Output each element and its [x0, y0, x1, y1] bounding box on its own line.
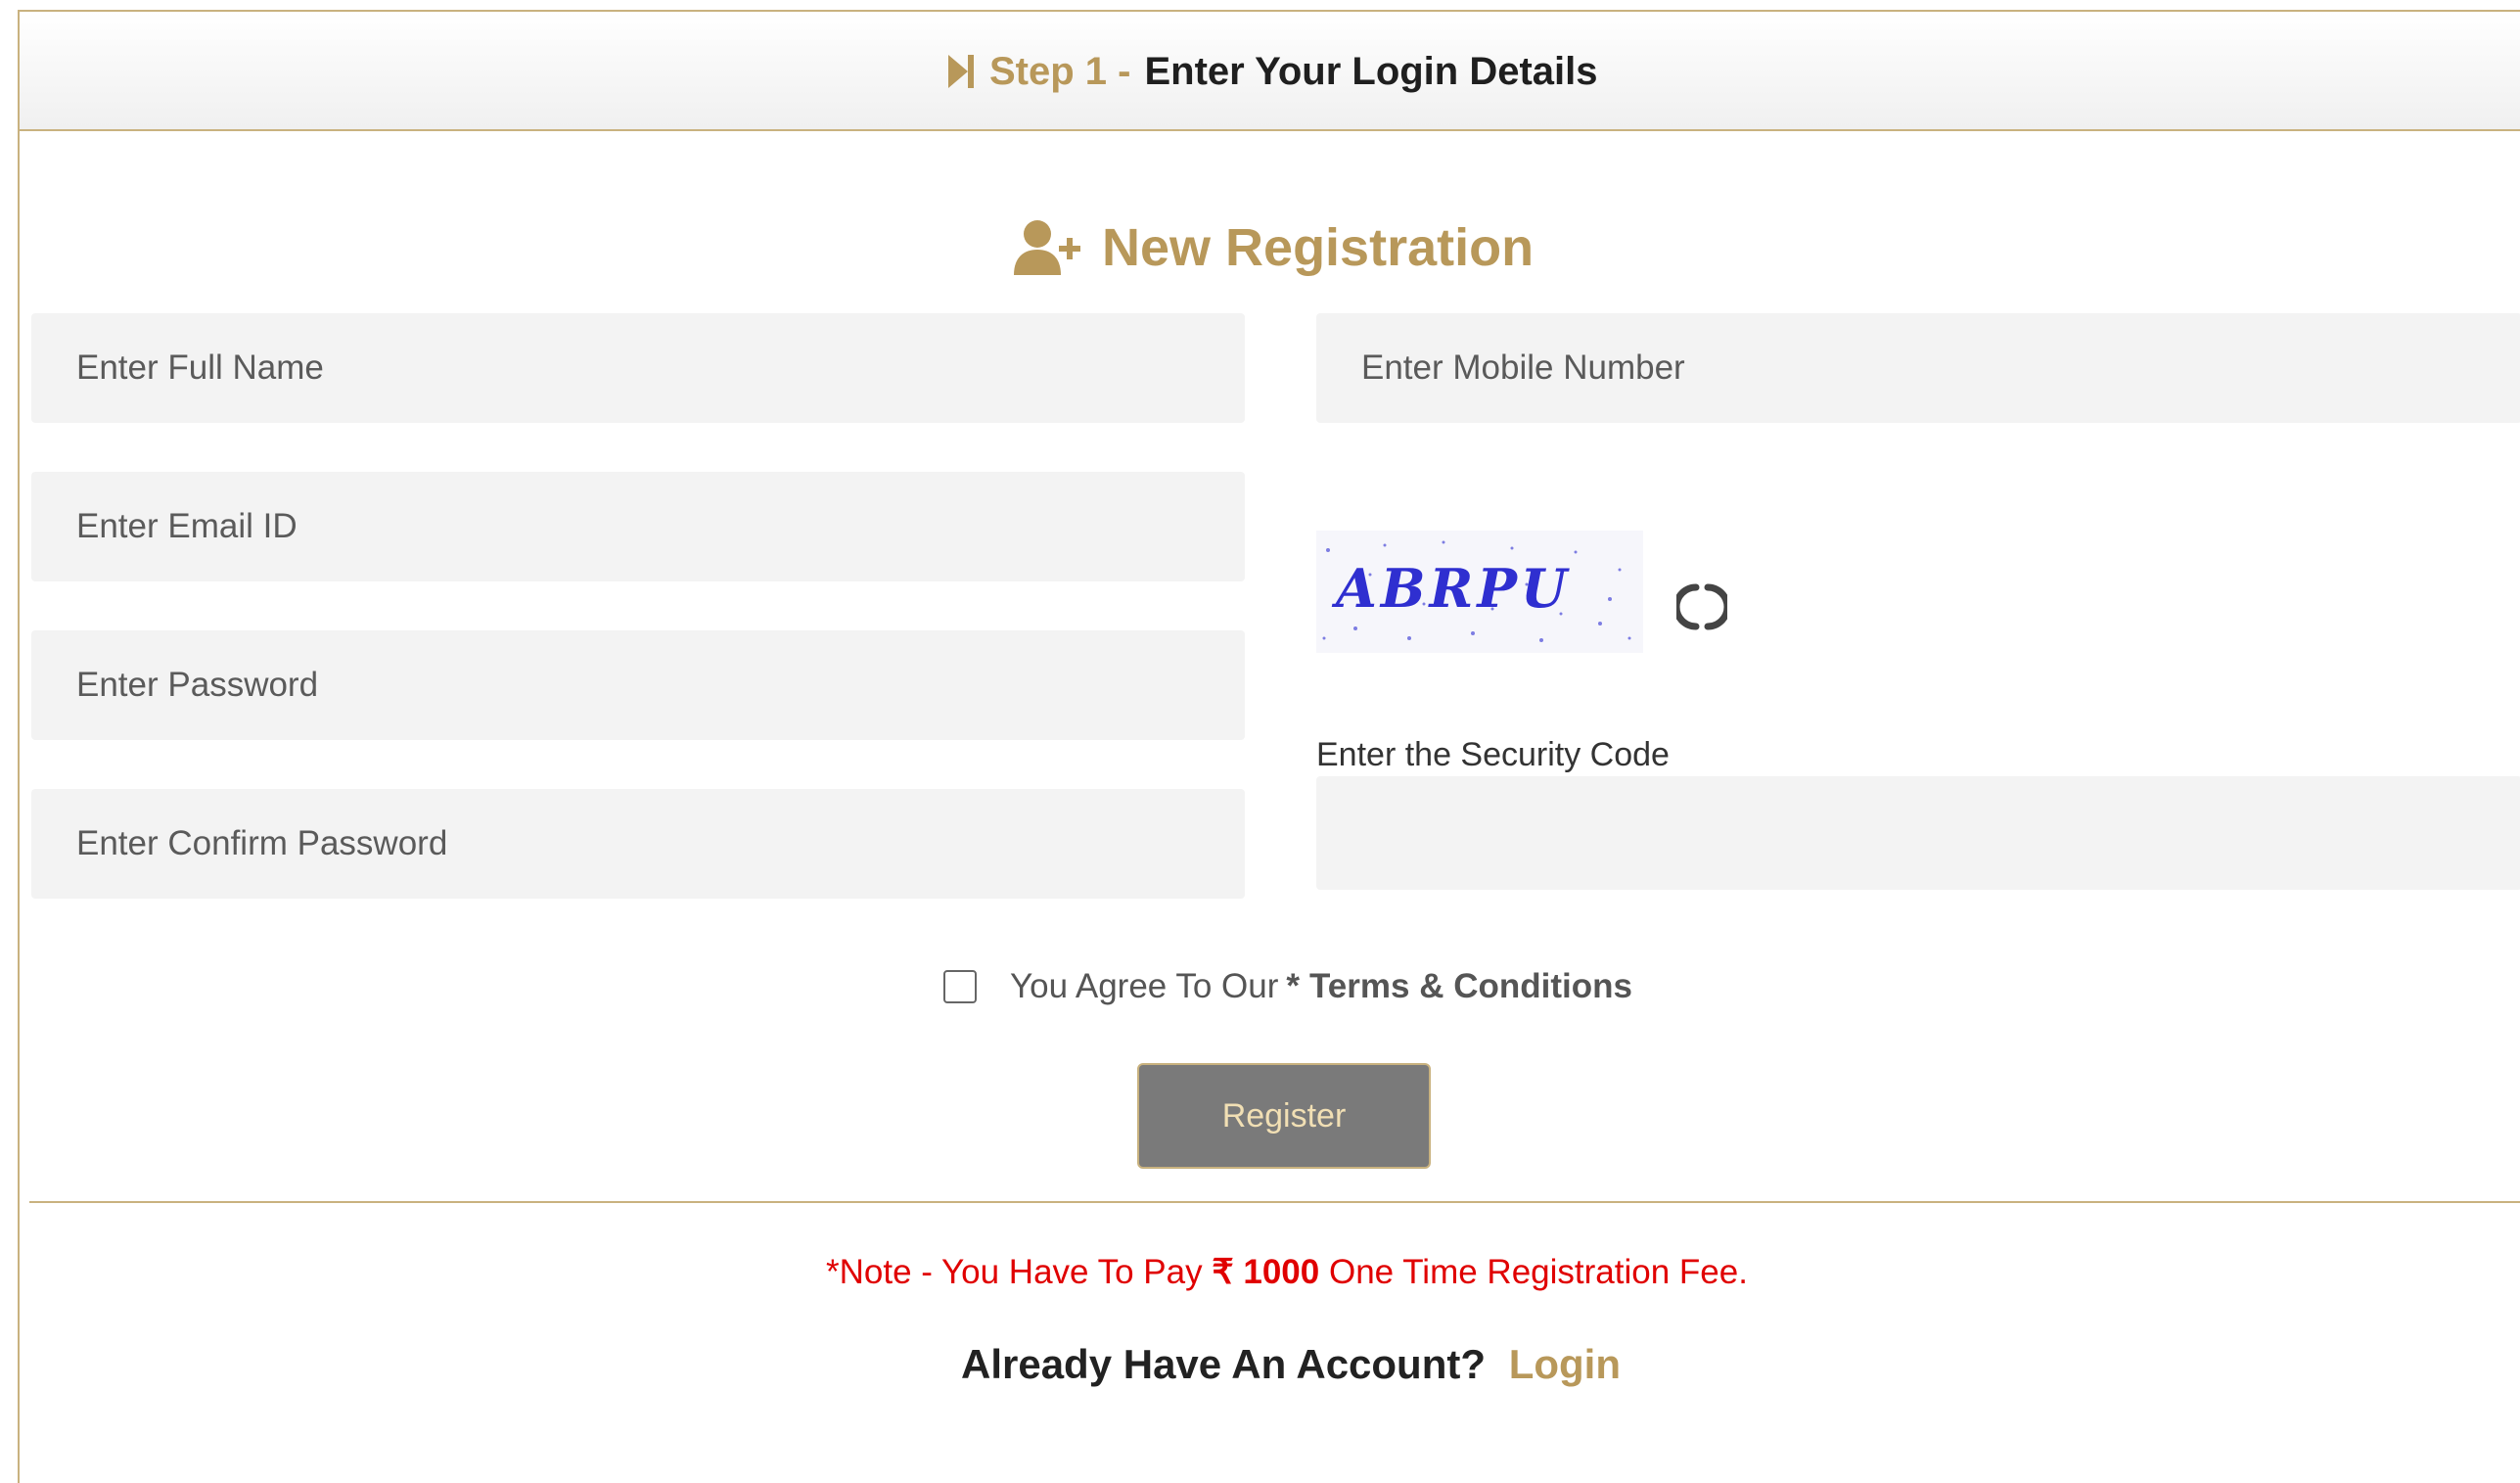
register-button[interactable]: Register: [1137, 1063, 1431, 1169]
full-name-input[interactable]: [31, 313, 1245, 423]
agree-text: You Agree To Our: [1010, 967, 1279, 1005]
refresh-icon[interactable]: [1676, 579, 1727, 634]
step-prefix: Step 1 -: [989, 49, 1131, 93]
terms-link[interactable]: Terms & Conditions: [1309, 967, 1632, 1006]
login-prompt-text: Already Have An Account?: [961, 1341, 1487, 1387]
email-input[interactable]: [31, 472, 1245, 581]
mobile-number-input[interactable]: [1316, 313, 2520, 423]
fee-currency: ₹: [1212, 1253, 1234, 1291]
terms-checkbox[interactable]: [943, 970, 977, 1003]
security-code-input[interactable]: [1316, 776, 2520, 890]
registration-title: New Registration: [1014, 204, 1534, 292]
fee-note: *Note - You Have To Pay ₹ 1000 One Time …: [826, 1253, 1748, 1292]
step-forward-icon: [948, 55, 974, 88]
captcha-code: ABRPU: [1331, 557, 1571, 620]
fee-amount: 1000: [1243, 1253, 1320, 1291]
login-link[interactable]: Login: [1509, 1341, 1621, 1387]
step-heading: Step 1 - Enter Your Login Details: [946, 12, 1598, 131]
step-title: Enter Your Login Details: [1144, 49, 1598, 93]
registration-title-text: New Registration: [1102, 218, 1535, 277]
terms-agreement: You Agree To Our * Terms & Conditions: [943, 959, 1632, 1014]
registration-panel: Step 1 - Enter Your Login Details New Re…: [18, 10, 2520, 1483]
step-header: Step 1 - Enter Your Login Details: [20, 12, 2520, 131]
password-input[interactable]: [31, 630, 1245, 740]
user-plus-icon: [1014, 220, 1080, 275]
captcha-image: ABRPU: [1316, 531, 1643, 653]
fee-note-prefix: *Note - You Have To Pay: [826, 1253, 1203, 1291]
required-asterisk: *: [1286, 967, 1301, 1005]
login-prompt: Already Have An Account? Login: [961, 1341, 1621, 1388]
divider: [29, 1201, 2520, 1203]
confirm-password-input[interactable]: [31, 789, 1245, 899]
security-code-label: Enter the Security Code: [1316, 736, 1670, 773]
fee-note-suffix: One Time Registration Fee.: [1328, 1253, 1748, 1291]
